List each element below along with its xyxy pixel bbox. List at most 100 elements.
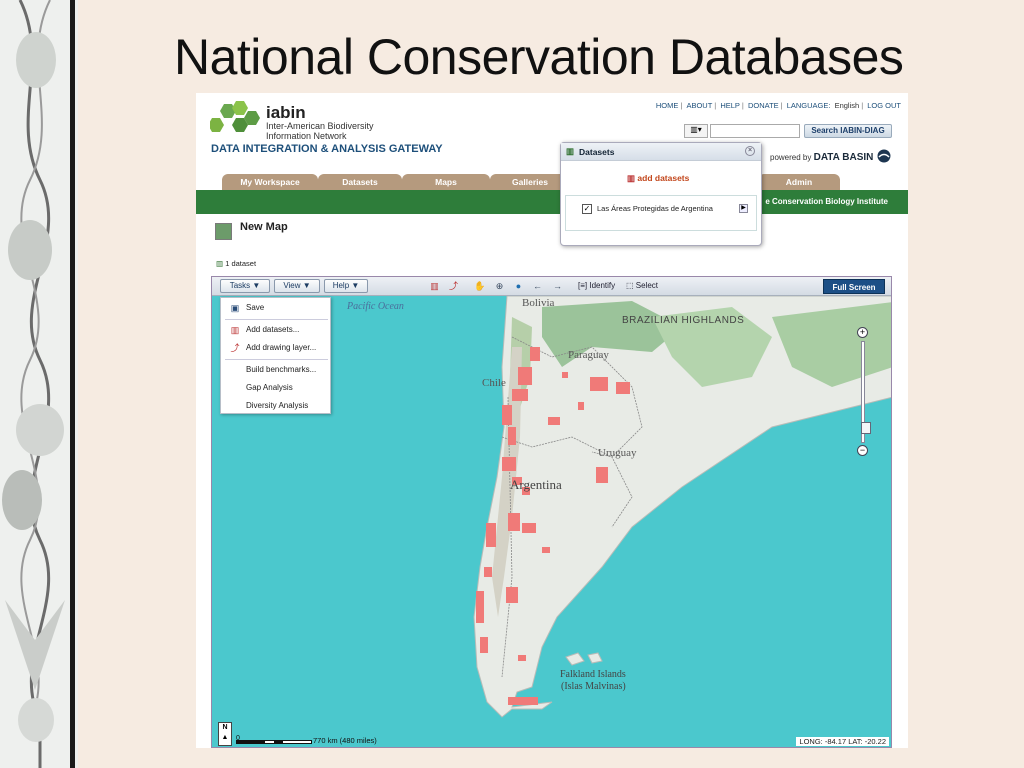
zoom-minus-icon[interactable]: − [857, 445, 868, 456]
logout-link[interactable]: LOG OUT [867, 101, 901, 110]
zoom-slider[interactable] [861, 341, 871, 443]
hexagon-logo-icon [210, 101, 260, 132]
dataset-count-label: 1 dataset [225, 259, 257, 268]
map-label-falkland: Falkland Islands [560, 669, 626, 680]
menu-divider [225, 359, 328, 360]
identify-tool[interactable]: [≡] Identify [578, 281, 615, 290]
dataset-visibility-checkbox[interactable]: ✓ [582, 204, 592, 214]
tasks-dropdown: ▣ Save ▥ Add datasets... ⤴ Add drawing laye… [220, 297, 331, 414]
datasets-panel: ▥ Datasets × ▥ add datasets ✓ Las Áreas … [560, 142, 762, 246]
full-screen-button[interactable]: Full Screen [823, 279, 885, 294]
data-basin-logo-icon [877, 149, 891, 163]
select-label: Select [635, 281, 659, 290]
expand-arrow-icon[interactable]: ▶ [739, 204, 748, 213]
close-icon[interactable]: × [745, 146, 755, 156]
search-scope-select[interactable]: ▥▾ [684, 124, 708, 138]
back-arrow-icon[interactable]: ← [532, 281, 543, 292]
datasets-panel-title: Datasets [579, 147, 615, 157]
map-viewer[interactable]: Pacific Ocean Bolivia BRAZILIAN HIGHLAND… [211, 276, 892, 748]
map-toolbar: Tasks ▼ View ▼ Help ▼ ▥ ⤴ ✋ ⊕ ● ← → [≡] … [212, 277, 891, 296]
iabin-logo[interactable]: iabin Inter-American Biodiversity Inform… [210, 101, 374, 141]
menu-divider [225, 319, 328, 320]
help-label: Help [332, 281, 350, 290]
scale-text: 770 km (480 miles) [313, 736, 377, 745]
search-input[interactable] [710, 124, 800, 138]
chevron-down-icon: ▼ [302, 281, 311, 290]
help-link[interactable]: HELP [720, 101, 740, 110]
draw-tool-icon: ⤴ [230, 343, 240, 353]
search-button[interactable]: Search IABIN-DIAG [804, 124, 892, 138]
globe-icon[interactable]: ● [513, 281, 524, 292]
language-label: LANGUAGE: [786, 101, 831, 110]
map-label-uruguay: Uruguay [598, 447, 637, 459]
powered-by: powered by DATA BASIN [770, 149, 892, 163]
menu-item-label: Add drawing layer... [246, 343, 317, 352]
menu-item-add-drawing-layer[interactable]: ⤴ Add drawing layer... [221, 340, 332, 356]
language-select[interactable]: English [835, 101, 860, 110]
map-label-bolivia: Bolivia [522, 297, 555, 309]
home-link[interactable]: HOME [656, 101, 679, 110]
map-label-argentina: Argentina [510, 477, 562, 492]
map-label-malvinas: (Islas Malvinas) [561, 681, 626, 692]
menu-item-label: Build benchmarks... [246, 365, 317, 374]
north-label: N [222, 724, 228, 731]
dataset-icon: ▥▾ [690, 125, 702, 134]
help-menu-button[interactable]: Help ▼ [324, 279, 368, 293]
north-arrow-icon: N ▲ [218, 722, 232, 746]
tab-admin[interactable]: Admin [758, 174, 840, 190]
coordinate-readout: LONG: -84.17 LAT: -20.22 [796, 737, 889, 746]
map-label-chile: Chile [482, 377, 506, 389]
page-title: New Map [240, 221, 288, 233]
menu-item-label: Save [246, 303, 265, 312]
view-menu-button[interactable]: View ▼ [274, 279, 320, 293]
donate-link[interactable]: DONATE [748, 101, 779, 110]
zoom-plus-icon[interactable]: + [857, 327, 868, 338]
about-link[interactable]: ABOUT [686, 101, 712, 110]
identify-icon: [≡] [578, 281, 588, 290]
tab-datasets[interactable]: Datasets [318, 174, 402, 190]
forward-arrow-icon[interactable]: → [552, 281, 563, 292]
tab-galleries[interactable]: Galleries [490, 174, 570, 190]
menu-item-gap-analysis[interactable]: Gap Analysis [221, 380, 332, 396]
menu-item-add-datasets[interactable]: ▥ Add datasets... [221, 322, 332, 338]
zoom-in-icon[interactable]: ⊕ [494, 281, 505, 292]
add-dataset-icon: ▥ [230, 325, 240, 335]
dataset-icon: ▥ [566, 146, 575, 156]
pan-hand-icon[interactable]: ✋ [474, 281, 485, 292]
border-divider [70, 0, 75, 768]
datasets-panel-header[interactable]: ▥ Datasets × [561, 143, 761, 161]
banner-text: e Conservation Biology Institute [765, 197, 888, 206]
dataset-list-item[interactable]: ✓ Las Áreas Protegidas de Argentina ▶ [565, 195, 757, 231]
zoom-control: + − [857, 327, 871, 457]
browser-screenshot: iabin Inter-American Biodiversity Inform… [196, 93, 908, 748]
identify-label: Identify [589, 281, 616, 290]
menu-item-save[interactable]: ▣ Save [221, 300, 332, 316]
add-datasets-label: add datasets [637, 173, 690, 183]
map-label-paraguay: Paraguay [568, 349, 609, 361]
tasks-label: Tasks [229, 281, 251, 290]
menu-item-build-benchmarks[interactable]: Build benchmarks... [221, 362, 332, 378]
green-banner: e Conservation Biology Institute [196, 190, 908, 214]
zoom-slider-handle[interactable] [861, 422, 871, 434]
select-tool[interactable]: ⬚ Select [626, 281, 658, 290]
gateway-title: DATA INTEGRATION & ANALYSIS GATEWAY [211, 143, 443, 155]
add-datasets-link[interactable]: ▥ add datasets [627, 173, 689, 184]
slide-title: National Conservation Databases [174, 29, 904, 85]
chevron-down-icon: ▼ [351, 281, 360, 290]
menu-item-label: Diversity Analysis [246, 401, 309, 410]
menu-item-diversity-analysis[interactable]: Diversity Analysis [221, 398, 332, 414]
data-basin-brand[interactable]: DATA BASIN [814, 152, 874, 163]
dataset-count[interactable]: ▥ 1 dataset [216, 259, 256, 268]
tab-my-workspace[interactable]: My Workspace [222, 174, 318, 190]
select-box-icon: ⬚ [626, 281, 634, 290]
tasks-menu-button[interactable]: Tasks ▼ [220, 279, 270, 293]
scale-bar: N ▲ 0 770 km (480 miles) [218, 722, 398, 746]
dataset-icon: ▥ [216, 259, 224, 268]
draw-tool-icon[interactable]: ⤴ [448, 281, 459, 292]
add-dataset-icon[interactable]: ▥ [429, 281, 440, 292]
scale-line [236, 740, 312, 744]
map-label-pacific: Pacific Ocean [347, 301, 404, 312]
tab-maps[interactable]: Maps [402, 174, 490, 190]
add-dataset-icon: ▥ [627, 173, 636, 183]
map-label-brazilian-highlands: BRAZILIAN HIGHLANDS [622, 315, 745, 326]
